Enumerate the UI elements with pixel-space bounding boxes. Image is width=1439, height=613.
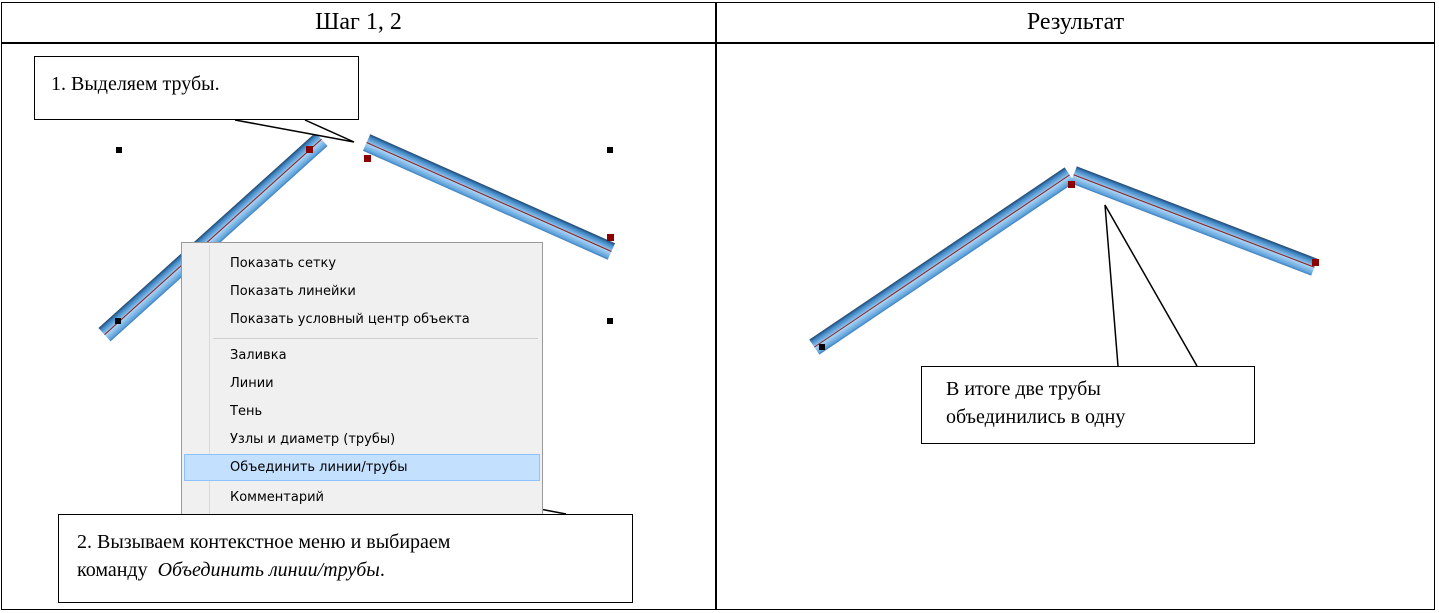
- callout-text: 2. Вызываем контекстное меню и выбираем: [77, 531, 451, 553]
- merged-pipe[interactable]: [809, 166, 1318, 355]
- pipe-node-icon[interactable]: [364, 155, 371, 162]
- menu-item-label: Объединить линии/трубы: [230, 460, 408, 475]
- pipe-node-icon[interactable]: [1312, 259, 1319, 266]
- context-menu: Показать сетку Показать линейки Показать…: [181, 242, 543, 530]
- callout-text: 1. Выделяем трубы.: [51, 73, 220, 95]
- menu-item-show-rulers[interactable]: Показать линейки: [184, 278, 540, 304]
- pipe-node-icon[interactable]: [306, 146, 313, 153]
- menu-item-shadow[interactable]: Тень: [184, 398, 540, 424]
- menu-item-lines[interactable]: Линии: [184, 370, 540, 396]
- callout-text-suffix: .: [379, 559, 385, 581]
- menu-separator: [213, 338, 538, 339]
- callout-step2: 2. Вызываем контекстное меню и выбираем …: [58, 514, 633, 603]
- callout-text: объединились в одну: [946, 406, 1126, 428]
- menu-item-nodes-diameter[interactable]: Узлы и диаметр (трубы): [184, 426, 540, 452]
- menu-item-label: Показать линейки: [230, 283, 356, 299]
- menu-item-label: Заливка: [230, 347, 287, 363]
- selection-handle-icon[interactable]: [116, 147, 122, 153]
- menu-item-label: Узлы и диаметр (трубы): [230, 431, 396, 447]
- selection-handle-icon[interactable]: [819, 344, 825, 350]
- menu-item-show-center[interactable]: Показать условный центр объекта: [184, 306, 540, 332]
- selection-handle-icon[interactable]: [607, 147, 613, 153]
- menu-item-label: Комментарий: [230, 489, 324, 505]
- callout-text: В итоге две трубы: [946, 378, 1101, 400]
- callout-command-name: Объединить линии/трубы: [157, 559, 380, 581]
- callout-text: команду Объединить линии/трубы.: [77, 556, 632, 584]
- pipe-node-icon[interactable]: [1068, 181, 1075, 188]
- callout-result: В итоге две трубы объединились в одну: [921, 366, 1255, 444]
- menu-item-label: Показать условный центр объекта: [230, 311, 470, 327]
- menu-item-label: Линии: [230, 375, 274, 391]
- selection-handle-icon[interactable]: [115, 318, 121, 324]
- selection-handle-icon[interactable]: [607, 318, 613, 324]
- callout-pointer: [1104, 204, 1198, 367]
- menu-item-label: Показать сетку: [230, 255, 337, 271]
- menu-item-comment[interactable]: Комментарий: [184, 484, 540, 510]
- pipe-left-2[interactable]: [362, 134, 616, 260]
- menu-item-label: Тень: [230, 403, 263, 419]
- menu-item-fill[interactable]: Заливка: [184, 342, 540, 368]
- menu-item-show-grid[interactable]: Показать сетку: [184, 250, 540, 276]
- callout-text-prefix: команду: [77, 559, 148, 581]
- callout-pointer: [234, 119, 355, 143]
- callout-step1: 1. Выделяем трубы.: [34, 56, 359, 120]
- menu-item-merge-lines[interactable]: Объединить линии/трубы: [184, 454, 540, 481]
- pipe-node-icon[interactable]: [607, 234, 614, 241]
